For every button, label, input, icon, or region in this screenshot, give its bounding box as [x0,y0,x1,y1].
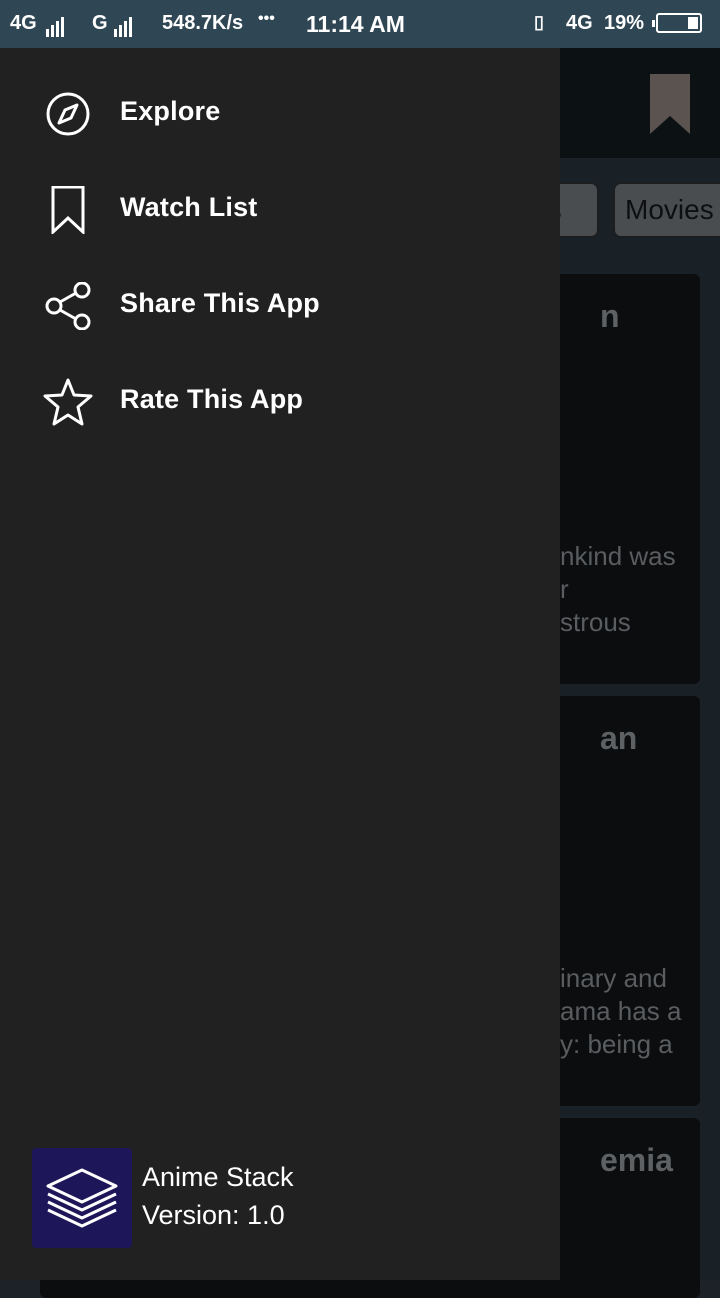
navigation-drawer: Explore Watch List Share This App Rate T… [0,48,560,1280]
network-type-2: G [92,12,108,34]
more-notifications-icon: ••• [258,10,275,27]
drawer-item-label: Rate This App [120,384,304,414]
star-icon [43,378,93,426]
drawer-item-share[interactable]: Share This App [0,258,560,354]
drawer-item-label: Explore [120,96,221,126]
signal-icon-1 [46,14,66,37]
signal-icon-2 [114,14,134,37]
network-type-3: 4G [566,12,593,34]
network-type-1: 4G [10,12,37,34]
network-speed: 548.7K/s [162,12,244,34]
clock: 11:14 AM [306,11,405,37]
stack-icon [46,1168,118,1228]
app-name: Anime Stack [142,1162,294,1192]
drawer-item-label: Watch List [120,192,258,222]
drawer-item-rate[interactable]: Rate This App [0,354,560,450]
share-icon [45,282,91,330]
filter-chip-movies[interactable]: Movies [613,182,720,238]
app-logo [32,1148,132,1248]
bookmark-icon [51,186,85,234]
drawer-item-label: Share This App [120,288,320,318]
compass-icon [46,92,90,136]
battery-percent: 19% [604,12,645,34]
status-bar: 4G G 548.7K/s ••• 11:14 AM ▯ 4G 19% [0,0,720,48]
app-version: Version: 1.0 [142,1200,285,1230]
drawer-item-watch-list[interactable]: Watch List [0,162,560,258]
vibrate-icon: ▯ [534,12,544,32]
chip-label: Movies [625,194,714,225]
battery-icon [652,13,702,33]
drawer-item-explore[interactable]: Explore [0,66,560,162]
bookmark-icon[interactable] [650,74,690,134]
